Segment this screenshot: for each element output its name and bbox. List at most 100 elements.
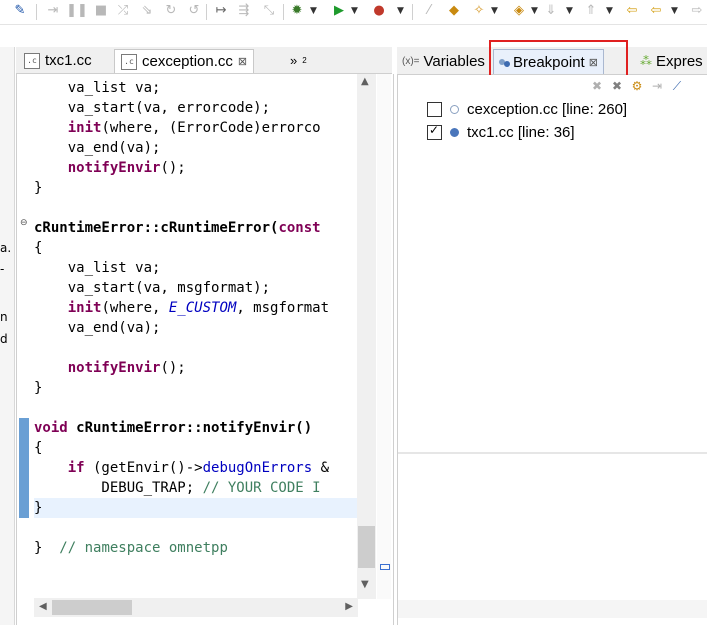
- breakpoint-checkbox[interactable]: [427, 101, 442, 117]
- code-editor[interactable]: ⊖ ⊖ va_list va; va_start(va, errorcode);…: [16, 74, 394, 625]
- back-icon[interactable]: ⇦: [647, 2, 665, 20]
- next-annotation-icon[interactable]: ⇓: [542, 2, 560, 20]
- view-splitter[interactable]: [398, 452, 707, 454]
- current-line-highlight: [34, 498, 357, 518]
- disconnect-icon[interactable]: ⇘: [138, 2, 156, 20]
- scroll-down-icon[interactable]: ▼: [361, 579, 369, 590]
- more-tabs-button[interactable]: » 2: [284, 49, 313, 72]
- chevron-down-icon[interactable]: ▼: [670, 2, 679, 20]
- step-filter-icon[interactable]: ⤡: [260, 2, 278, 20]
- cpp-file-icon: .c: [121, 53, 137, 70]
- code-line[interactable]: init(where, (ErrorCode)errorco: [34, 118, 321, 138]
- step-return-icon[interactable]: ↺: [185, 2, 203, 20]
- prev-annotation-icon[interactable]: ⇑: [582, 2, 600, 20]
- code-line[interactable]: va_end(va);: [34, 138, 161, 158]
- scrollbar-thumb[interactable]: [52, 600, 132, 615]
- resume-icon[interactable]: ❚❚: [66, 2, 88, 20]
- remove-all-breakpoints-icon[interactable]: ✖: [610, 78, 624, 94]
- code-line[interactable]: if (getEnvir()->debugOnErrors &: [34, 458, 329, 478]
- scroll-left-icon[interactable]: ◀: [39, 601, 47, 612]
- chevron-down-icon[interactable]: ▼: [396, 2, 405, 20]
- pen-icon[interactable]: ⁄: [420, 2, 438, 20]
- tab-label: txc1.cc: [45, 52, 92, 69]
- remove-breakpoint-icon[interactable]: ✖: [590, 78, 604, 94]
- search-icon[interactable]: ✧: [470, 2, 488, 20]
- chevron-double-right-icon: »: [290, 53, 298, 68]
- scrollbar-thumb[interactable]: [358, 526, 375, 568]
- editor-tab-bar: .c txc1.cc .c cexception.cc ⊠ » 2: [16, 47, 392, 74]
- code-line[interactable]: {: [34, 238, 42, 258]
- open-type-icon[interactable]: ◆: [445, 2, 463, 20]
- tab-label: Expres: [656, 52, 703, 70]
- truncated-text: d: [0, 332, 8, 346]
- code-line[interactable]: init(where, E_CUSTOM, msgformat: [34, 298, 329, 318]
- breakpoint-checkbox[interactable]: [427, 123, 442, 140]
- skip-all-breakpoints-icon[interactable]: ⟋: [670, 78, 684, 94]
- scroll-up-icon[interactable]: ▲: [361, 76, 369, 87]
- code-line[interactable]: va_start(va, errorcode);: [34, 98, 270, 118]
- show-breakpoints-icon[interactable]: ⚙: [630, 78, 644, 94]
- fold-marker-icon[interactable]: ⊖: [20, 218, 28, 228]
- hidden-tab-count: 2: [302, 56, 307, 65]
- tab-expressions[interactable]: ⁂ Expres: [635, 49, 707, 73]
- terminate-icon[interactable]: ⤮: [114, 2, 132, 20]
- toolbar-separator: [206, 4, 207, 20]
- variables-icon: (x)=: [402, 55, 420, 67]
- forward-icon[interactable]: ⇨: [688, 2, 706, 20]
- code-line[interactable]: va_start(va, msgformat);: [34, 278, 270, 298]
- breakpoint-item[interactable]: txc1.cc [line: 36]: [427, 121, 575, 143]
- chevron-down-icon[interactable]: ▼: [530, 2, 539, 20]
- scroll-right-icon[interactable]: ▶: [345, 601, 353, 612]
- breakpoint-disabled-icon: [450, 104, 459, 114]
- use-step-filters-icon[interactable]: ⇶: [235, 2, 253, 20]
- editor-vertical-scrollbar[interactable]: ▲ ▼: [357, 74, 376, 599]
- tab-variables[interactable]: (x)= Variables: [397, 49, 490, 73]
- code-line[interactable]: {: [34, 438, 42, 458]
- code-line[interactable]: cRuntimeError::cRuntimeError(const: [34, 218, 321, 238]
- step-into-icon[interactable]: ⇥: [44, 2, 62, 20]
- editor-gutter[interactable]: ⊖ ⊖: [17, 74, 32, 599]
- chevron-down-icon[interactable]: ▼: [490, 2, 499, 20]
- left-panel-edge: a. - n d: [0, 47, 15, 625]
- tab-txc1[interactable]: .c txc1.cc: [18, 49, 98, 72]
- code-line[interactable]: va_list va;: [34, 78, 161, 98]
- chevron-down-icon[interactable]: ▼: [565, 2, 574, 20]
- go-to-file-icon[interactable]: ⇥: [650, 78, 664, 94]
- detail-pane-scrollbar[interactable]: [398, 600, 707, 618]
- external-tools-icon[interactable]: ●: [370, 2, 388, 20]
- suspend-icon[interactable]: ■: [92, 2, 110, 20]
- overview-marker[interactable]: [380, 564, 390, 570]
- task-icon[interactable]: ◈: [510, 2, 528, 20]
- code-line[interactable]: } // namespace omnetpp: [34, 538, 228, 558]
- run-icon[interactable]: ▶: [330, 2, 348, 20]
- code-line[interactable]: va_list va;: [34, 258, 161, 278]
- chevron-down-icon[interactable]: ▼: [350, 2, 359, 20]
- code-line[interactable]: }: [34, 178, 42, 198]
- breakpoints-view: [397, 75, 707, 625]
- code-line[interactable]: void cRuntimeError::notifyEnvir(): [34, 418, 312, 438]
- cpp-file-icon: .c: [24, 52, 40, 69]
- drop-frame-icon[interactable]: ↦: [212, 2, 230, 20]
- code-line[interactable]: va_end(va);: [34, 318, 161, 338]
- code-line[interactable]: notifyEnvir();: [34, 158, 186, 178]
- toolbar-separator: [283, 4, 284, 20]
- breakpoint-item[interactable]: cexception.cc [line: 260]: [427, 98, 627, 120]
- last-edit-icon[interactable]: ⇦: [623, 2, 641, 20]
- overview-ruler[interactable]: [377, 74, 391, 599]
- chevron-down-icon[interactable]: ▼: [309, 2, 318, 20]
- code-line[interactable]: notifyEnvir();: [34, 358, 186, 378]
- truncated-text: n: [0, 310, 8, 324]
- close-icon[interactable]: ⊠: [238, 55, 247, 68]
- toolbar-separator: [412, 4, 413, 20]
- step-over-icon[interactable]: ↻: [162, 2, 180, 20]
- toolbar-separator: [36, 4, 37, 20]
- editor-horizontal-scrollbar[interactable]: ◀ ▶: [34, 598, 358, 617]
- code-line[interactable]: }: [34, 498, 42, 518]
- chevron-down-icon[interactable]: ▼: [605, 2, 614, 20]
- code-line[interactable]: }: [34, 378, 42, 398]
- tab-cexception[interactable]: .c cexception.cc ⊠: [114, 49, 255, 73]
- debug-icon[interactable]: ✎: [11, 2, 29, 20]
- code-line[interactable]: DEBUG_TRAP; // YOUR CODE I: [34, 478, 320, 498]
- bug-icon[interactable]: ✹: [288, 2, 306, 20]
- truncated-text: a.: [0, 241, 12, 255]
